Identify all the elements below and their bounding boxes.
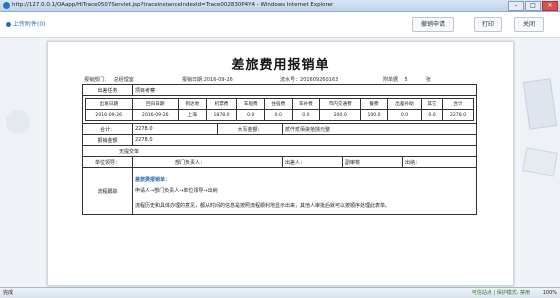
- expense-value-cell: 200.0: [319, 109, 362, 121]
- subtotal-label: 合计：: [82, 123, 133, 135]
- expense-header-cell: 市内交通费: [319, 98, 362, 110]
- window-controls: – □ ✕: [508, 1, 558, 11]
- form-title: 差旅费用报销单: [231, 58, 330, 73]
- attach-unit: 张: [426, 77, 432, 83]
- expense-value-cell: 上海: [178, 109, 207, 121]
- expense-header-cell: 合计: [441, 98, 475, 110]
- expense-value-cell: 2016-09-26: [131, 109, 179, 121]
- process-title: 差旅费报销单：: [135, 177, 171, 183]
- status-bar: 完成 可信站点 | 保护模式: 禁用 100%: [0, 287, 560, 298]
- expense-header-cell: 其它: [421, 98, 443, 110]
- upper-amount-value: 贰仟贰佰柒拾捌元整: [282, 123, 477, 135]
- purpose-value: 项目考察: [132, 84, 477, 96]
- reimburse-label: 报销金额: [82, 134, 133, 146]
- window-title: http://127.0.0.1/OAapp/HiTrace0507Servle…: [12, 2, 334, 8]
- expense-header-row: 出发日期 回归日期 到达地 机票费 车船费 住宿费 车补费 市内交通费 餐费 出差补助 其它 合计: [85, 98, 475, 110]
- expense-detail-table: 出发日期 回归日期 到达地 机票费 车船费 住宿费 车补费 市内交通费 餐费 出差补助 其它 合计 2…: [85, 98, 475, 121]
- expense-header-cell: 住宿费: [264, 98, 293, 110]
- expense-header-cell: 餐费: [360, 98, 388, 110]
- upload-attachment-link[interactable]: 上传附件(0): [6, 19, 46, 28]
- expense-value-cell: 2016-09-26: [85, 109, 133, 121]
- expense-form-paper: 差旅费用报销单 报销部门： 总经理室 报销日期:2016-09-26 流水号：2…: [47, 41, 514, 286]
- uninvoiced-label: 无提交单: [82, 145, 477, 157]
- expense-value-cell: 1878.0: [205, 109, 238, 121]
- upper-amount-label: 大写金额：: [217, 123, 283, 135]
- print-button[interactable]: 打印: [474, 17, 502, 32]
- purpose-label: 出差任务: [82, 84, 133, 96]
- attachment-icon: [6, 22, 11, 27]
- flow-no-meta: 流水号：201609260163: [280, 77, 339, 83]
- leader-label: 单位领导：: [82, 156, 133, 168]
- dept-meta: 报销部门： 总经理室: [84, 77, 134, 83]
- expense-header-cell: 到达地: [178, 98, 207, 110]
- window-titlebar: http://127.0.0.1/OAapp/HiTrace0507Servle…: [0, 0, 560, 12]
- dept-head-field: 部门负责人：: [132, 156, 283, 168]
- traveler-field: 出差人：: [282, 156, 343, 168]
- cashier-field: 出纳：: [402, 156, 477, 168]
- close-button[interactable]: 关闭: [514, 17, 544, 32]
- expense-value-cell: 100.0: [360, 109, 388, 121]
- expense-table: 出差任务 项目考察 出发日期 回归日期 到达地 机票费 车船费 住宿费 车补费 市内交通费 餐费…: [82, 84, 477, 215]
- expense-header-cell: 出差补助: [386, 98, 423, 110]
- reviewer-field: 副审核: [342, 156, 403, 168]
- subtotal-value: 2278.0: [132, 123, 218, 135]
- background-left: [0, 38, 40, 286]
- expense-header-cell: 车补费: [291, 98, 321, 110]
- expense-value-cell: 0.0: [236, 109, 266, 121]
- reimburse-value: 2278.0: [132, 134, 477, 146]
- close-window-button[interactable]: ✕: [542, 1, 558, 11]
- app-toolbar: 上传附件(0) 撤销申请 打印 关闭: [0, 12, 560, 38]
- process-label: 流程跟踪: [82, 167, 133, 215]
- expense-value-cell: 0.0: [264, 109, 293, 121]
- process-step: 申请人→部门负责人→单位领导→出纳: [135, 188, 218, 194]
- expense-value-cell: 0.0: [421, 109, 443, 121]
- expense-value-cell: 2278.0: [441, 109, 475, 121]
- minimize-button[interactable]: –: [508, 1, 524, 11]
- expense-value-row: 2016-09-26 2016-09-26 上海 1878.0 0.0 0.0 0.0 200…: [85, 109, 475, 121]
- expense-header-cell: 机票费: [205, 98, 238, 110]
- date-meta: 报销日期:2016-09-26: [182, 77, 233, 83]
- background-decoration: [6, 110, 30, 134]
- expense-value-cell: 0.0: [291, 109, 321, 121]
- expense-header-cell: 车船费: [236, 98, 266, 110]
- attach-meta: 附单据 5: [383, 77, 408, 83]
- revoke-request-button[interactable]: 撤销申请: [412, 17, 454, 32]
- maximize-button[interactable]: □: [525, 1, 541, 11]
- expense-value-cell: 0.0: [386, 109, 423, 121]
- expense-header-cell: 出发日期: [85, 98, 133, 110]
- expense-header-cell: 回归日期: [131, 98, 179, 110]
- process-note: 流程历史和具体办理的意见，都从时间的信息是按照流程顺利地显示出来，其他人审批后就…: [135, 203, 391, 209]
- ie-logo-icon: [3, 2, 10, 9]
- process-content: 差旅费报销单： 申请人→部门负责人→单位领导→出纳 流程历史和具体办理的意见，都…: [132, 167, 477, 215]
